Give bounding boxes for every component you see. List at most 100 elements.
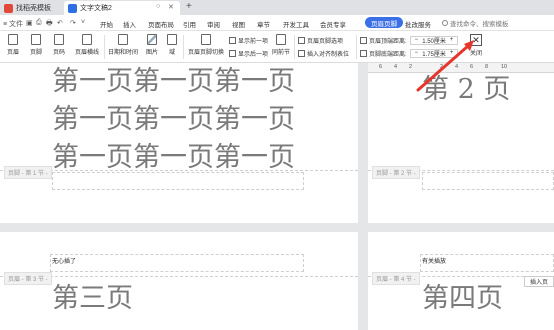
hf-options-button[interactable]: 页眉页脚选项	[298, 35, 343, 45]
next-icon	[229, 49, 236, 57]
search-placeholder: 查找命令、搜索模板	[450, 21, 509, 28]
menu-developer[interactable]: 开发工具	[283, 19, 309, 29]
header-top-label: 页眉顶端距离:	[369, 38, 407, 45]
show-previous-button[interactable]: 显示前一项	[229, 35, 268, 45]
menu-home[interactable]: 开始	[100, 19, 113, 29]
align-tab-icon	[298, 49, 305, 57]
decrease-icon[interactable]: −	[415, 50, 419, 56]
title-tab-bar: 找稻壳模板 文字文稿2 ○ ✕ +	[0, 0, 554, 15]
picture-button[interactable]: 图片	[141, 34, 163, 56]
footer-edit-area[interactable]	[422, 172, 554, 190]
menu-view[interactable]: 视图	[232, 19, 245, 29]
divider	[183, 35, 184, 59]
menu-review[interactable]: 审阅	[207, 19, 220, 29]
header-top-stepper[interactable]: − 1.50厘米 +	[409, 35, 459, 45]
datetime-button[interactable]: 日期和时间	[107, 34, 139, 56]
dot-icon: ○	[156, 3, 161, 10]
footer-label: 页脚	[29, 50, 42, 56]
tab-header-footer[interactable]: 页眉页脚	[365, 17, 403, 28]
picture-label: 图片	[145, 50, 158, 56]
page-2[interactable]: 第 2 页 页脚 - 第 2 节 -	[368, 73, 554, 223]
picture-icon	[147, 34, 157, 45]
header-section-label: 页眉 - 第 4 节 -	[372, 272, 420, 285]
print-icon[interactable]: 🖶	[46, 19, 53, 30]
ruler-tick: 6	[379, 64, 383, 70]
ruler-tick: 2	[409, 64, 413, 70]
header-icon	[8, 34, 18, 45]
page-3-header-text[interactable]: 无心插了	[52, 256, 76, 265]
ruler-tick: 8	[485, 64, 489, 70]
header-button[interactable]: 页眉	[2, 34, 24, 56]
switch-header-footer-button[interactable]: 页眉页脚切换	[186, 34, 226, 56]
footer-bottom-stepper[interactable]: − 1.75厘米 +	[409, 48, 459, 58]
footer-icon	[31, 34, 41, 45]
menu-layout[interactable]: 页面布局	[148, 19, 174, 29]
export-icon[interactable]: ⎙	[36, 19, 42, 27]
ruler-tick: 4	[455, 64, 459, 70]
header-line-button[interactable]: 页眉横线	[72, 34, 102, 56]
hf-options-label: 页眉页脚选项	[307, 38, 344, 45]
page-2-text: 第 2 页	[422, 74, 511, 105]
page-4-header-text[interactable]: 有关插放	[422, 256, 446, 265]
close-header-footer-button[interactable]: ✕ 关闭	[468, 34, 484, 57]
increase-icon[interactable]: +	[450, 37, 454, 43]
switch-icon	[201, 34, 211, 45]
decrease-icon[interactable]: −	[415, 37, 419, 43]
divider	[104, 35, 105, 59]
menu-file[interactable]: ≡ 文件	[3, 19, 23, 29]
page-gap	[358, 63, 368, 330]
switch-label: 页眉页脚切换	[187, 50, 224, 56]
footer-edit-area[interactable]	[52, 172, 304, 190]
options-icon	[298, 36, 305, 44]
page-1-line-1: 第一页第一页第一页	[52, 66, 295, 97]
ruler-tick: 4	[394, 64, 398, 70]
page-4-text: 第四页	[422, 283, 503, 314]
tab-template[interactable]: 找稻壳模板	[0, 1, 64, 15]
menu-member[interactable]: 会员专享	[320, 19, 346, 29]
footer-section-label: 页脚 - 第 2 节 -	[372, 166, 420, 179]
footer-bottom-value[interactable]: 1.75厘米	[422, 49, 446, 58]
command-search[interactable]: 查找命令、搜索模板	[442, 18, 542, 28]
insert-page-button[interactable]: 插入页	[524, 276, 554, 287]
header-line-icon	[82, 34, 92, 45]
chevron-down-icon[interactable]: ˅	[81, 19, 85, 26]
header-top-value[interactable]: 1.50厘米	[422, 36, 446, 45]
ruler-tick: 10	[501, 64, 508, 70]
footer-boundary	[0, 170, 358, 171]
show-next-button[interactable]: 显示后一项	[229, 48, 268, 58]
insert-align-tab-button[interactable]: 插入对齐制表位	[298, 48, 349, 58]
field-button[interactable]: 域	[164, 34, 180, 56]
previous-icon	[229, 36, 236, 44]
undo-icon[interactable]: ↶	[57, 19, 63, 27]
menu-correction[interactable]: 批改服务	[405, 19, 431, 29]
page-number-button[interactable]: 页码	[48, 34, 70, 56]
close-tab-icon[interactable]: ✕	[168, 3, 174, 11]
footer-bottom-label: 页脚底端距离:	[369, 51, 407, 58]
save-icon[interactable]: ▣	[26, 19, 33, 27]
page-number-icon	[54, 34, 64, 45]
insert-align-label: 插入对齐制表位	[307, 51, 350, 58]
calendar-icon	[118, 34, 128, 45]
close-label: 关闭	[469, 51, 482, 57]
tab-document[interactable]: 文字文稿2 ○ ✕	[64, 1, 180, 15]
footer-bottom-distance: 页脚底端距离: − 1.75厘米 +	[360, 48, 459, 58]
menu-insert[interactable]: 插入	[123, 19, 136, 29]
footer-button[interactable]: 页脚	[25, 34, 47, 56]
menu-section[interactable]: 章节	[257, 19, 270, 29]
page-3-text: 第三页	[52, 283, 133, 314]
search-icon	[442, 20, 448, 26]
page-3[interactable]: 无心插了 页眉 - 第 3 节 - 第三页	[0, 232, 358, 330]
new-tab-button[interactable]: +	[186, 1, 192, 12]
same-as-previous-label: 同前节	[271, 50, 290, 56]
divider	[356, 35, 357, 59]
same-as-previous-button[interactable]: 同前节	[270, 34, 292, 56]
menu-references[interactable]: 引用	[183, 19, 196, 29]
page-1[interactable]: 第一页第一页第一页 第一页第一页第一页 第一页第一页第一页 页脚 - 第 1 节…	[0, 63, 358, 223]
close-icon: ✕	[470, 34, 482, 46]
redo-icon[interactable]: ↷	[70, 19, 76, 27]
increase-icon[interactable]: +	[450, 50, 454, 56]
header-edit-area[interactable]	[50, 254, 304, 272]
ribbon: 页眉 页脚 页码 页眉横线 日期和时间 图片 域 页眉页脚切换 显示前一项 显示…	[0, 31, 554, 63]
divider	[294, 35, 295, 59]
ruler-tick: 6	[470, 64, 474, 70]
